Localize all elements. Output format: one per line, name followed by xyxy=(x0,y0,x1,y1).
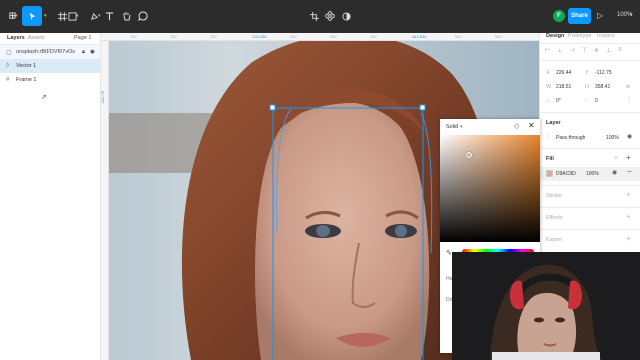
ruler-label: 500 xyxy=(455,34,462,39)
eye-icon[interactable]: ◉ xyxy=(627,133,632,140)
divider xyxy=(540,207,640,208)
layer-name: Vector 1 xyxy=(16,63,37,69)
avatar[interactable]: F xyxy=(553,10,565,22)
constrain-proportions-icon[interactable]: ⊘ xyxy=(626,84,630,90)
toolbar: ▾ ▾ ▾ ▾ F Share ▷ 100% ▾ xyxy=(0,0,640,33)
align-bottom-icon[interactable]: ⊥ xyxy=(606,47,611,54)
tab-layers[interactable]: Layers xyxy=(7,35,25,41)
ruler-label: 444.544 xyxy=(412,34,427,39)
ruler-label: 100 xyxy=(130,34,137,39)
move-tool-icon[interactable] xyxy=(22,6,42,26)
color-handle[interactable] xyxy=(466,152,472,158)
add-effect-icon[interactable]: + xyxy=(626,212,631,221)
picker-options-icon[interactable]: ◇ xyxy=(514,122,519,130)
divider xyxy=(540,229,640,230)
stroke-section-title: Stroke xyxy=(546,193,562,199)
webcam-person-image xyxy=(452,252,640,360)
layer-name: unsplash:rBIFDVf07vOs xyxy=(16,49,75,55)
divider xyxy=(540,43,640,44)
layer-opacity-input[interactable]: 100% xyxy=(606,135,619,141)
close-icon[interactable]: ✕ xyxy=(528,121,535,130)
share-button[interactable]: Share xyxy=(568,8,591,24)
layer-item[interactable]: # Frame 1 xyxy=(0,73,100,87)
fill-hex-input[interactable]: D9AC9D xyxy=(556,171,576,177)
ruler-label: 300 xyxy=(290,34,297,39)
align-top-icon[interactable]: ⊤ xyxy=(582,47,587,54)
image-icon: ▢ xyxy=(6,49,12,56)
chevron-down-icon[interactable]: ▾ xyxy=(76,13,82,19)
ruler-label: 550 xyxy=(495,34,502,39)
blend-mode-select[interactable]: Pass through xyxy=(556,135,585,141)
webcam-overlay xyxy=(452,252,640,360)
ruler-label: 400 xyxy=(370,34,377,39)
cursor-icon: ➚ xyxy=(41,94,47,101)
chevron-down-icon[interactable]: ▾ xyxy=(15,13,21,19)
h-label: H xyxy=(585,84,589,90)
fill-swatch[interactable] xyxy=(546,170,553,177)
rotation-input[interactable]: 0° xyxy=(556,98,561,104)
chevron-down-icon[interactable]: ▾ xyxy=(460,124,463,130)
x-label: X xyxy=(546,70,550,76)
y-input[interactable]: -112.75 xyxy=(595,70,612,76)
align-middle-icon[interactable]: ≑ xyxy=(594,47,599,54)
ruler-left xyxy=(101,41,109,360)
layer-item[interactable]: ◊ Vector 1 xyxy=(0,59,100,73)
eye-icon[interactable]: ◉ xyxy=(90,49,95,55)
ruler-top xyxy=(101,33,539,41)
tab-prototype[interactable]: Prototype xyxy=(568,33,592,39)
page-selector[interactable]: Page 1 xyxy=(74,35,91,41)
lock-icon[interactable]: 🔒︎ xyxy=(82,49,85,56)
saturation-brightness-area[interactable] xyxy=(440,135,540,242)
corner-radius-icon: ◜ xyxy=(585,98,588,104)
blend-icon: ◌ xyxy=(547,134,551,140)
ruler-label: -112.75 xyxy=(100,90,106,105)
h-input[interactable]: 358.41 xyxy=(595,84,610,90)
contrast-icon[interactable] xyxy=(336,6,356,26)
add-stroke-icon[interactable]: + xyxy=(626,190,631,199)
layer-section-title: Layer xyxy=(546,120,561,126)
tab-assets[interactable]: Assets xyxy=(28,35,45,41)
radius-input[interactable]: 0 xyxy=(595,98,598,104)
layer-name: Frame 1 xyxy=(16,77,37,83)
rotation-icon: ∟ xyxy=(546,98,552,104)
play-icon[interactable]: ▷ xyxy=(597,11,603,20)
distribute-icon[interactable]: ≡ xyxy=(618,47,622,54)
add-fill-icon[interactable]: + xyxy=(626,153,631,162)
chevron-down-icon[interactable]: ▾ xyxy=(630,12,633,18)
fill-type-select[interactable]: Solid xyxy=(446,124,458,130)
w-label: W xyxy=(546,84,552,90)
fill-opacity-input[interactable]: 100% xyxy=(586,171,599,177)
tab-inspect[interactable]: Inspect xyxy=(597,33,615,39)
divider xyxy=(540,148,640,149)
align-right-icon[interactable]: ⊣ xyxy=(569,47,574,54)
styles-icon[interactable]: ⁘ xyxy=(613,154,619,162)
ruler-label: 200 xyxy=(210,34,217,39)
w-input[interactable]: 218.51 xyxy=(556,84,571,90)
y-label: Y xyxy=(585,70,589,76)
align-left-icon[interactable]: ⊢ xyxy=(545,47,550,54)
add-export-icon[interactable]: + xyxy=(626,234,631,243)
divider xyxy=(540,112,640,113)
eye-icon[interactable]: ◉ xyxy=(612,169,617,176)
divider xyxy=(540,185,640,186)
layer-item[interactable]: ▢ unsplash:rBIFDVf07vOs 🔒︎ ◉ xyxy=(0,45,100,59)
divider xyxy=(540,60,640,61)
ruler-label: 350 xyxy=(330,34,337,39)
comment-tool-icon[interactable] xyxy=(133,6,153,26)
chevron-down-icon[interactable]: ▾ xyxy=(44,13,50,19)
x-input[interactable]: 226.44 xyxy=(556,70,571,76)
more-icon[interactable]: ⋮ xyxy=(626,96,632,103)
tab-design[interactable]: Design xyxy=(546,33,564,39)
effects-section-title: Effects xyxy=(546,215,563,221)
ruler-label: 226.438 xyxy=(252,34,267,39)
remove-fill-icon[interactable]: − xyxy=(627,167,632,176)
export-section-title: Export xyxy=(546,237,562,243)
align-center-icon[interactable]: ⊥ xyxy=(557,47,562,54)
align-toolbar: ⊢ ⊥ ⊣ ⊤ ≑ ⊥ ≡ xyxy=(545,47,622,54)
fill-section-title: Fill xyxy=(546,156,554,162)
ruler-label: 150 xyxy=(170,34,177,39)
vector-icon: ◊ xyxy=(6,63,9,69)
frame-icon: # xyxy=(6,77,10,83)
